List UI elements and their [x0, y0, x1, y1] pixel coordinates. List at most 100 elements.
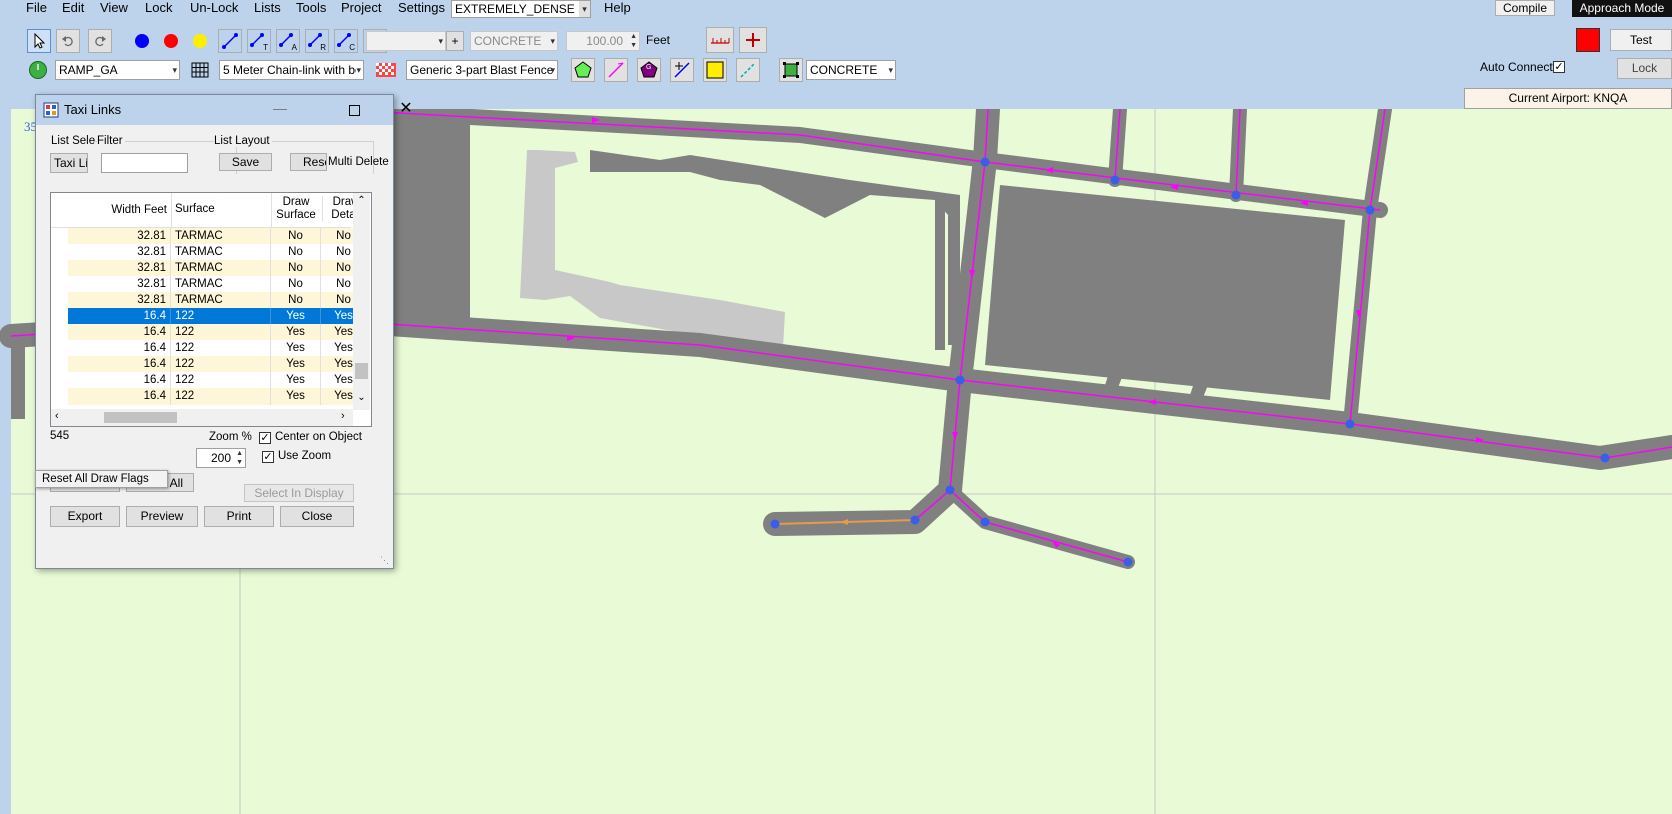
blue-node-button[interactable] [130, 29, 154, 53]
menu-lists[interactable]: Lists [254, 0, 281, 16]
cell-width[interactable]: 16.4 [68, 308, 171, 325]
center-on-object-checkbox[interactable]: ✓ [259, 432, 271, 444]
spin-arrows-icon[interactable]: ▲ ▼ [236, 449, 243, 467]
link-tool-button[interactable] [218, 29, 242, 53]
select-in-display-button[interactable]: Select In Display [244, 484, 354, 502]
table-row[interactable]: 16.4 122 Yes Yes [68, 388, 367, 405]
compile-button[interactable]: Compile [1495, 0, 1555, 16]
cell-surface[interactable]: 122 [171, 372, 271, 389]
menu-unlock[interactable]: Un-Lock [190, 0, 238, 16]
line-draw-tool-button[interactable] [604, 58, 628, 82]
scroll-up-icon[interactable]: ⌃ [353, 195, 370, 206]
close-button[interactable]: Close [280, 506, 354, 527]
cell-width[interactable]: 16.4 [68, 356, 171, 373]
cell-draw-surface[interactable]: Yes [271, 356, 321, 373]
column-header-draw-surface[interactable]: Draw Surface [271, 196, 321, 222]
preview-button[interactable]: Preview [126, 506, 198, 527]
cell-surface[interactable]: 122 [171, 388, 271, 405]
fence-grid-button[interactable] [188, 58, 212, 82]
redo-button[interactable] [88, 29, 112, 53]
menu-tools[interactable]: Tools [296, 0, 326, 16]
cell-draw-surface[interactable]: Yes [271, 340, 321, 357]
link-t-tool-button[interactable]: T [247, 29, 271, 53]
menu-help[interactable]: Help [604, 0, 631, 16]
filter-input[interactable] [101, 153, 188, 173]
scroll-right-icon[interactable]: › [341, 410, 345, 422]
table-row[interactable]: 32.81 TARMAC No No [68, 276, 367, 293]
maximize-icon[interactable] [342, 100, 366, 120]
menu-file[interactable]: File [26, 0, 47, 16]
lock-button[interactable]: Lock [1617, 58, 1672, 79]
cell-surface[interactable]: 122 [171, 324, 271, 341]
zoom-stepper[interactable]: 200 ▲ ▼ [196, 448, 246, 468]
polygon-split-tool-button[interactable] [670, 58, 694, 82]
save-layout-button[interactable]: Save [219, 153, 272, 171]
table-row[interactable]: 32.81 TARMAC No No [68, 260, 367, 277]
dashed-line-tool-button[interactable] [736, 58, 760, 82]
menu-project[interactable]: Project [341, 0, 381, 16]
red-color-swatch[interactable] [1576, 28, 1600, 52]
crosshair-tool-button[interactable] [739, 27, 767, 53]
link-type-select[interactable]: ▾ [366, 31, 446, 51]
reset-all-draw-flags-menu-item[interactable]: Reset All Draw Flags [35, 470, 168, 488]
table-row[interactable]: 16.4 122 Yes Yes [68, 324, 367, 341]
cell-width[interactable]: 16.4 [68, 388, 171, 405]
vertical-scroll-thumb[interactable] [355, 363, 368, 379]
blast-fence-button[interactable] [374, 58, 398, 82]
cell-width[interactable]: 16.4 [68, 324, 171, 341]
polygon-vertex-tool-button[interactable]: G [637, 58, 661, 82]
dialog-title-bar[interactable]: Taxi Links — ✕ [36, 95, 413, 125]
menu-lock[interactable]: Lock [145, 0, 172, 16]
menu-view[interactable]: View [100, 0, 128, 16]
column-header-surface[interactable]: Surface ⌃ [171, 193, 272, 227]
auto-connect-checkbox[interactable]: ✓ [1553, 61, 1565, 73]
cell-draw-surface[interactable]: No [271, 244, 321, 261]
multi-delete-button[interactable]: Multi Delete [328, 153, 389, 171]
fence-select[interactable]: 5 Meter Chain-link with be ▾ [219, 60, 364, 80]
table-row[interactable]: 32.81 TARMAC No No [68, 228, 367, 245]
test-button[interactable]: Test [1610, 29, 1672, 51]
link-c-tool-button[interactable]: C [334, 29, 358, 53]
yellow-node-button[interactable] [188, 29, 212, 53]
cell-draw-surface[interactable]: No [271, 276, 321, 293]
cell-draw-surface[interactable]: No [271, 260, 321, 277]
cell-width[interactable]: 32.81 [68, 244, 171, 261]
cell-width[interactable]: 32.81 [68, 292, 171, 309]
cell-draw-surface[interactable]: Yes [271, 308, 321, 325]
horizontal-scroll-thumb[interactable] [104, 412, 177, 423]
export-button[interactable]: Export [50, 506, 120, 527]
clock-tool-button[interactable] [26, 58, 50, 82]
cell-draw-surface[interactable]: Yes [271, 388, 321, 405]
cell-surface[interactable]: 122 [171, 356, 271, 373]
cell-draw-surface[interactable]: Yes [271, 372, 321, 389]
vertical-scrollbar[interactable]: ⌃ ⌄ [353, 193, 370, 410]
cell-draw-surface[interactable]: No [271, 292, 321, 309]
table-row[interactable]: 32.81 TARMAC No No [68, 244, 367, 261]
cell-width[interactable]: 32.81 [68, 276, 171, 293]
cell-width[interactable]: 16.4 [68, 372, 171, 389]
resize-grip-icon[interactable]: ⋱ [380, 555, 390, 565]
ramp-select[interactable]: RAMP_GA ▾ [55, 60, 180, 80]
add-link-type-button[interactable]: + [446, 31, 464, 51]
table-row[interactable]: 32.81 TARMAC No No [68, 292, 367, 309]
link-r-tool-button[interactable]: R [305, 29, 329, 53]
table-row[interactable]: 16.4 122 Yes Yes [68, 356, 367, 373]
cell-surface[interactable]: TARMAC [171, 276, 271, 293]
cell-surface[interactable]: 122 [171, 308, 271, 325]
apron-surface-select[interactable]: CONCRETE ▾ [806, 60, 896, 80]
cell-draw-surface[interactable]: Yes [271, 324, 321, 341]
print-button[interactable]: Print [204, 506, 274, 527]
width-stepper[interactable]: 100.00 ▲ ▼ [566, 31, 640, 51]
cell-surface[interactable]: 122 [171, 340, 271, 357]
apron-tool-button[interactable] [779, 58, 803, 82]
table-row[interactable]: 16.4 122 Yes Yes [68, 308, 367, 325]
use-zoom-checkbox[interactable]: ✓ [262, 451, 274, 463]
yellow-fill-button[interactable] [703, 58, 727, 82]
approach-mode-button[interactable]: Approach Mode [1572, 0, 1672, 17]
table-row[interactable]: 16.4 122 Yes Yes [68, 340, 367, 357]
cell-width[interactable]: 32.81 [68, 228, 171, 245]
cell-surface[interactable]: TARMAC [171, 228, 271, 245]
cell-surface[interactable]: TARMAC [171, 244, 271, 261]
table-row[interactable]: 16.4 122 Yes Yes [68, 372, 367, 389]
reset-layout-button[interactable]: Rese [290, 153, 327, 171]
